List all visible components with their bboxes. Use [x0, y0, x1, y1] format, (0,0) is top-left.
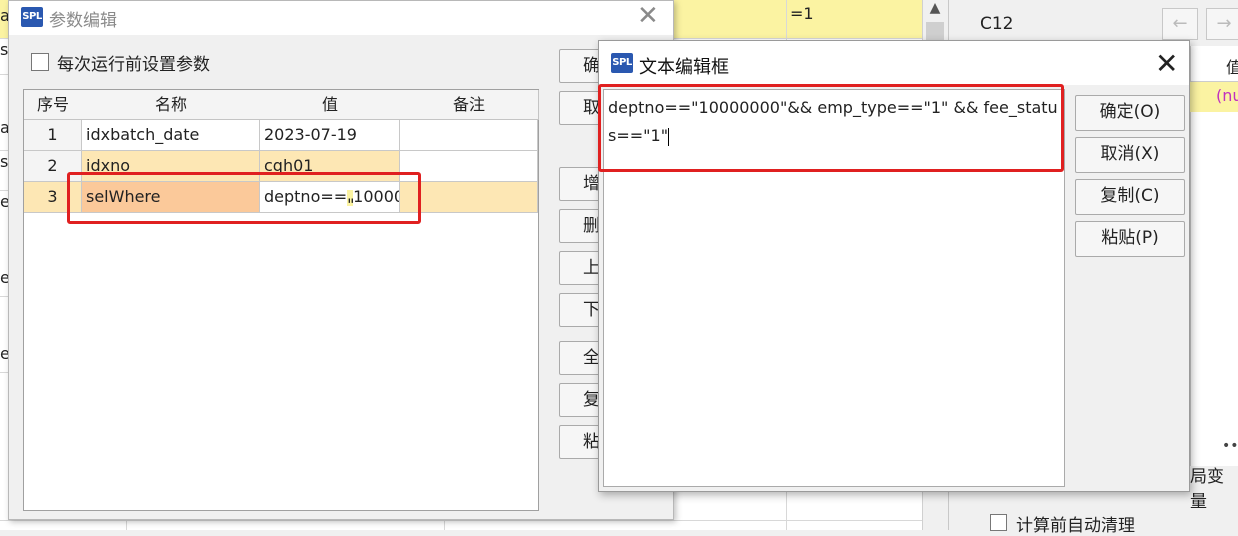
param-dialog-titlebar[interactable]: SPL 参数编辑 ✕ [9, 1, 673, 35]
row-note-cell[interactable] [400, 151, 538, 181]
text-dialog-title: 文本编辑框 [639, 57, 729, 78]
table-row[interactable]: 2 idxno cqh01 [24, 151, 538, 182]
row-note-cell[interactable] [400, 182, 538, 212]
column-header-name[interactable]: 名称 [82, 90, 261, 120]
cancel-button[interactable]: 取消(X) [1075, 137, 1185, 173]
auto-clear-checkbox[interactable] [990, 514, 1007, 531]
column-header-note[interactable]: 备注 [400, 90, 539, 120]
sheet-cell-value[interactable]: =1 [790, 4, 814, 23]
auto-clear-label: 计算前自动清理 [1016, 516, 1135, 536]
close-icon[interactable]: ✕ [637, 1, 659, 31]
text-dialog-titlebar[interactable]: SPL 文本编辑框 ✕ [599, 41, 1189, 85]
scroll-up-icon[interactable]: ▲ [924, 0, 946, 18]
row-index: 2 [24, 151, 82, 181]
table-row-selected[interactable]: 3 selWhere deptno=="10000 [24, 182, 538, 213]
row-index: 3 [24, 182, 82, 212]
copy-button[interactable]: 复制(C) [1075, 179, 1185, 215]
row-value-prefix: deptno== [264, 187, 348, 206]
row-name-cell[interactable]: idxbatch_date [82, 120, 260, 150]
table-row[interactable]: 1 idxbatch_date 2023-07-19 [24, 120, 538, 151]
ok-button[interactable]: 确定(O) [1075, 95, 1185, 131]
row-note-cell[interactable] [400, 120, 538, 150]
row-value-cell[interactable]: deptno=="10000 [260, 182, 400, 212]
text-value: deptno=="10000000"&& emp_type=="1" && fe… [608, 98, 1058, 145]
row-value-cell[interactable]: 2023-07-19 [260, 120, 400, 150]
text-editor-area[interactable]: deptno=="10000000"&& emp_type=="1" && fe… [603, 89, 1065, 487]
spl-logo-icon: SPL [611, 53, 633, 73]
more-dots-icon: •• [1222, 438, 1238, 454]
row-name-cell[interactable]: selWhere [82, 182, 260, 212]
row-name-cell[interactable]: idxno [82, 151, 260, 181]
inspector-row-value: (nu [1216, 86, 1238, 105]
text-editor-content[interactable]: deptno=="10000000"&& emp_type=="1" && fe… [608, 94, 1060, 150]
param-dialog-title: 参数编辑 [49, 11, 117, 31]
set-before-run-checkbox[interactable] [31, 53, 49, 71]
arrow-right-icon[interactable]: → [1206, 8, 1238, 40]
spl-logo-icon: SPL [21, 7, 43, 27]
close-icon[interactable]: ✕ [1155, 47, 1178, 80]
row-value-suffix: 10000 [353, 187, 400, 206]
text-edit-dialog: SPL 文本编辑框 ✕ deptno=="10000000"&& emp_typ… [598, 40, 1190, 492]
text-caret [668, 127, 670, 146]
param-table: 序号 名称 值 备注 1 idxbatch_date 2023-07-19 2 … [23, 89, 539, 511]
row-index: 1 [24, 120, 82, 150]
row-value-cell[interactable]: cqh01 [260, 151, 400, 181]
column-header-index[interactable]: 序号 [24, 90, 83, 120]
inspector-header-label: 值 [1226, 58, 1238, 77]
variables-label[interactable]: 局变量 [1190, 462, 1238, 512]
paste-button[interactable]: 粘贴(P) [1075, 221, 1185, 257]
param-edit-dialog: SPL 参数编辑 ✕ 每次运行前设置参数 序号 名称 值 备注 1 idxbat… [8, 0, 674, 520]
arrow-left-icon[interactable]: ← [1162, 8, 1198, 40]
column-header-value[interactable]: 值 [260, 90, 401, 120]
cell-reference: C12 [980, 14, 1014, 34]
set-before-run-label: 每次运行前设置参数 [57, 55, 210, 75]
